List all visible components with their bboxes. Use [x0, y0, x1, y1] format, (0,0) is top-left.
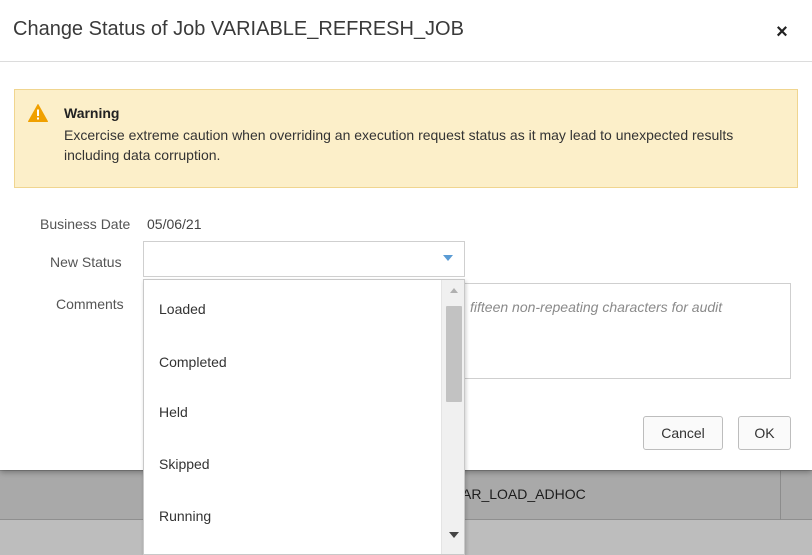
- status-option-held[interactable]: Held: [159, 404, 188, 420]
- new-status-label: New Status: [50, 254, 122, 270]
- dropdown-scrollbar[interactable]: [441, 280, 464, 554]
- comments-textarea[interactable]: fifteen non-repeating characters for aud…: [465, 283, 791, 379]
- comments-placeholder: fifteen non-repeating characters for aud…: [470, 299, 723, 315]
- warning-title: Warning: [64, 105, 120, 121]
- warning-message: Excercise extreme caution when overridin…: [64, 127, 734, 163]
- status-option-completed[interactable]: Completed: [159, 354, 227, 370]
- comments-label: Comments: [56, 296, 124, 312]
- business-date-label: Business Date: [40, 216, 131, 232]
- dialog-title: Change Status of Job VARIABLE_REFRESH_JO…: [13, 18, 464, 40]
- close-icon[interactable]: ×: [768, 18, 796, 46]
- status-option-loaded[interactable]: Loaded: [159, 301, 206, 317]
- status-options-list: Loaded Completed Held Skipped Running: [143, 279, 465, 555]
- background-row-text: AR_LOAD_ADHOC: [462, 486, 586, 502]
- warning-triangle-icon: [28, 104, 48, 122]
- ok-button[interactable]: OK: [738, 416, 791, 450]
- dialog-header: Change Status of Job VARIABLE_REFRESH_JO…: [0, 0, 812, 62]
- status-option-running[interactable]: Running: [159, 508, 211, 524]
- scroll-down-icon[interactable]: [449, 532, 459, 538]
- scrollbar-thumb[interactable]: [446, 306, 462, 402]
- warning-banner: Warning Excercise extreme caution when o…: [14, 89, 798, 188]
- status-option-skipped[interactable]: Skipped: [159, 456, 210, 472]
- cancel-button[interactable]: Cancel: [643, 416, 723, 450]
- chevron-down-icon[interactable]: [443, 255, 453, 261]
- scroll-up-icon[interactable]: [450, 288, 458, 293]
- new-status-select[interactable]: [143, 241, 465, 277]
- business-date-value: 05/06/21: [147, 216, 202, 232]
- background-column-divider: [780, 470, 781, 520]
